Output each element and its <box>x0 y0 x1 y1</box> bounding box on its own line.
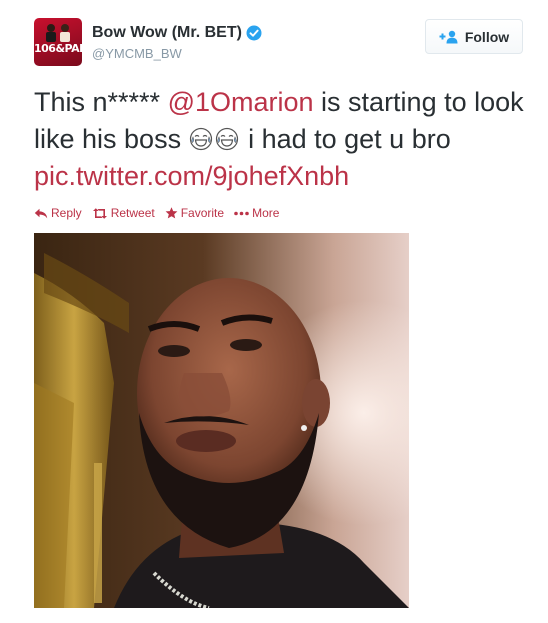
follow-button-label: Follow <box>464 28 510 45</box>
verified-badge-icon <box>246 25 262 41</box>
avatar-people-graphic <box>46 24 70 42</box>
retweet-button[interactable]: Retweet <box>92 206 155 220</box>
tweet-photo[interactable] <box>34 233 409 608</box>
tweet-text-part: This n***** <box>34 87 168 117</box>
more-dots-icon <box>234 211 249 215</box>
mention-link[interactable]: @1Omarion <box>168 87 314 117</box>
tweet-card: 106&PARK Bow Wow (Mr. BET) @YMCMB_BW Fol… <box>0 0 548 623</box>
favorite-button[interactable]: Favorite <box>165 206 224 220</box>
tweet-actions: Reply Retweet Favorite More <box>34 206 289 220</box>
star-icon <box>165 207 178 219</box>
tweet-text: This n***** @1Omarion is starting to loo… <box>34 84 524 195</box>
favorite-label: Favorite <box>180 206 225 220</box>
tears-of-joy-emoji-icon <box>189 127 212 151</box>
user-name-row[interactable]: Bow Wow (Mr. BET) <box>92 24 262 42</box>
selfie-photo-image <box>34 233 409 608</box>
user-handle[interactable]: @YMCMB_BW <box>92 46 182 61</box>
retweet-label: Retweet <box>110 206 155 220</box>
media-link[interactable]: pic.twitter.com/9johefXnbh <box>34 161 349 191</box>
follow-person-plus-icon <box>439 30 458 43</box>
avatar[interactable]: 106&PARK <box>34 18 82 66</box>
reply-button[interactable]: Reply <box>34 206 82 220</box>
avatar-logo-text: 106&PARK <box>34 42 82 55</box>
more-label: More <box>252 206 280 220</box>
retweet-icon <box>92 207 107 219</box>
follow-button[interactable]: Follow <box>425 19 523 54</box>
tweet-text-part: i had to get u bro <box>240 124 451 154</box>
tears-of-joy-emoji-icon <box>215 127 238 151</box>
display-name[interactable]: Bow Wow (Mr. BET) <box>92 24 242 42</box>
more-button[interactable]: More <box>234 206 279 220</box>
reply-label: Reply <box>51 206 82 220</box>
reply-icon <box>34 208 48 218</box>
